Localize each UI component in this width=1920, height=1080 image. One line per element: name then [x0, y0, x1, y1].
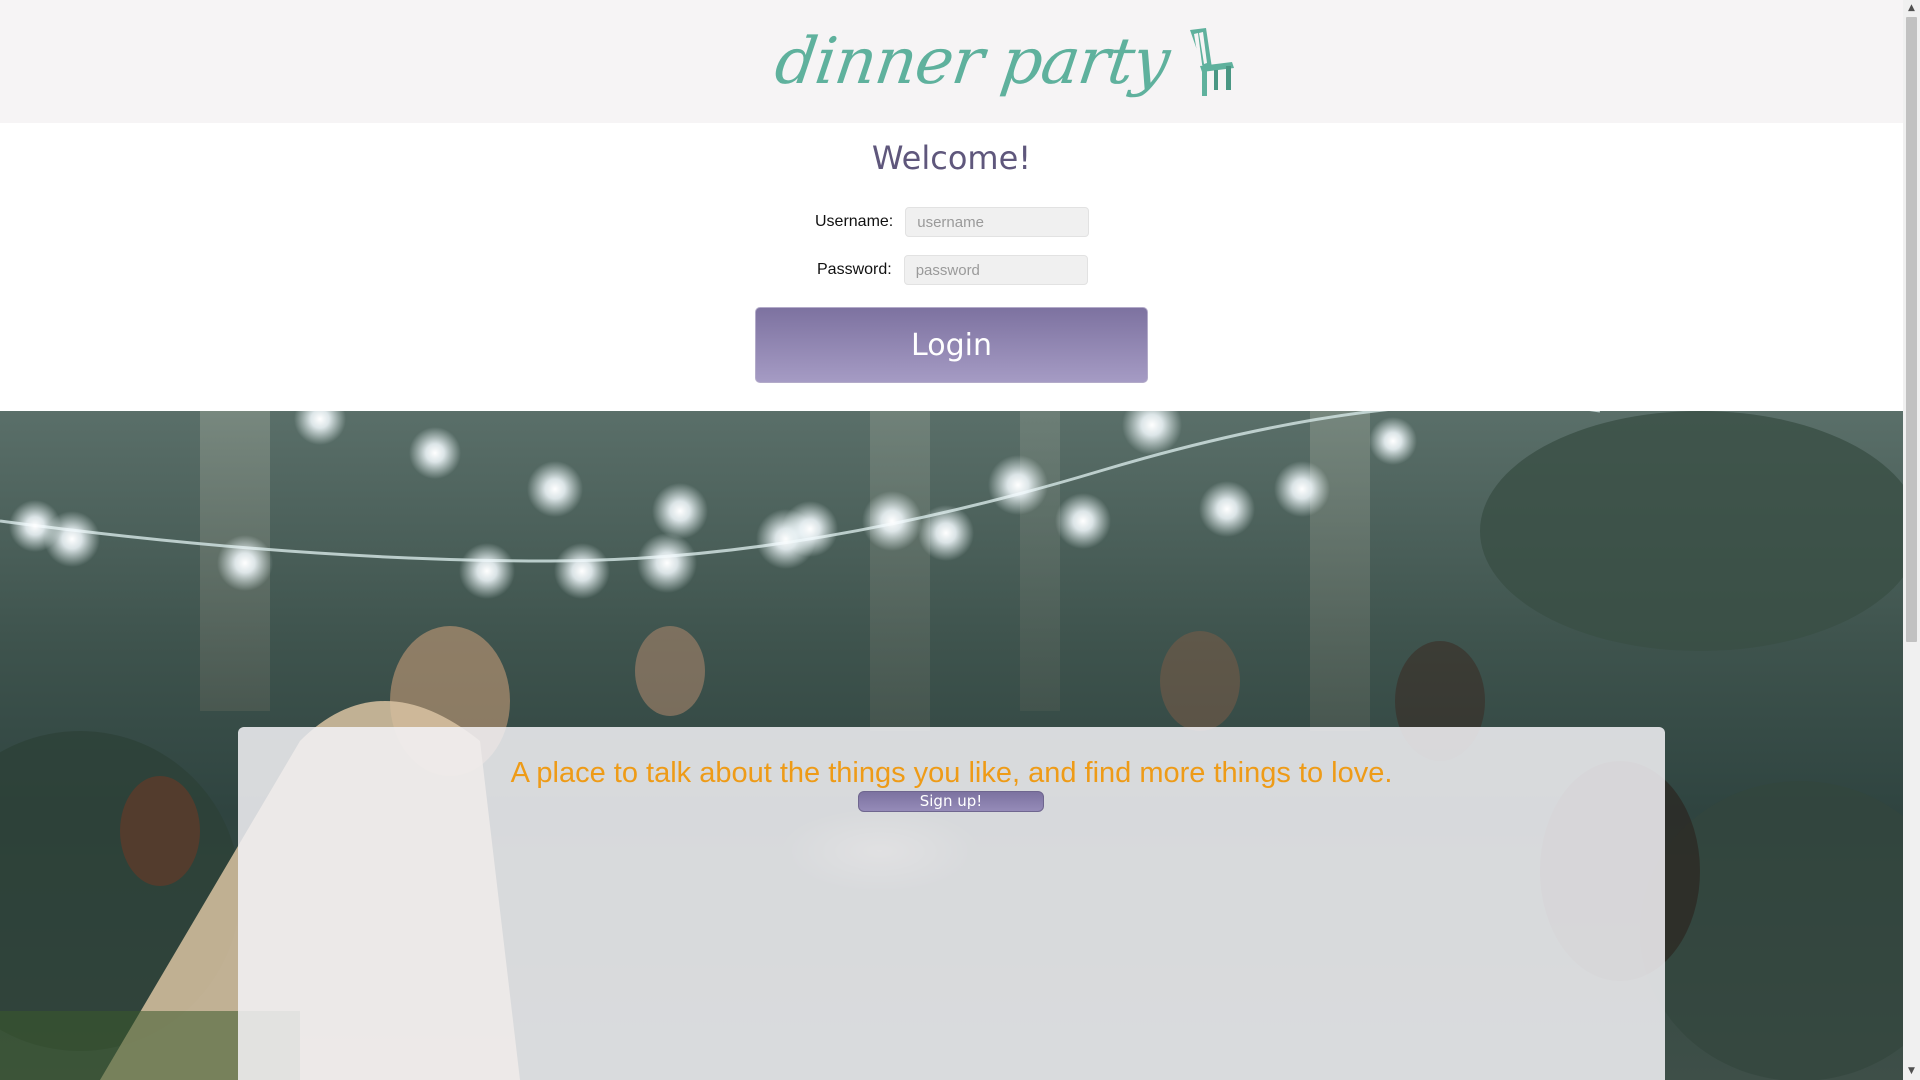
- scroll-thumb[interactable]: [1906, 17, 1917, 642]
- vertical-scrollbar[interactable]: ▲ ▼: [1903, 0, 1920, 1080]
- welcome-heading: Welcome!: [871, 139, 1032, 177]
- login-button[interactable]: Login: [755, 307, 1148, 383]
- logo[interactable]: dinner party: [771, 12, 1238, 112]
- username-row: Username:: [815, 206, 1090, 238]
- signup-button[interactable]: Sign up!: [858, 791, 1044, 812]
- page: dinner party Welcome! Username: Password…: [0, 0, 1903, 1080]
- header: dinner party: [0, 0, 1903, 123]
- scroll-up-arrow-icon[interactable]: ▲: [1903, 0, 1920, 17]
- hero-background: A place to talk about the things you lik…: [0, 411, 1903, 1080]
- password-label: Password:: [817, 261, 892, 278]
- username-label: Username:: [815, 213, 894, 230]
- password-input[interactable]: [903, 255, 1088, 285]
- login-section: Welcome! Username: Password: Login: [0, 123, 1903, 411]
- tagline: A place to talk about the things you lik…: [510, 757, 1393, 789]
- logo-text: dinner party: [770, 25, 1174, 99]
- scroll-down-arrow-icon[interactable]: ▼: [1903, 1063, 1920, 1080]
- password-row: Password:: [817, 254, 1088, 286]
- username-input[interactable]: [905, 207, 1090, 237]
- chair-icon: [1190, 28, 1235, 96]
- tagline-panel: A place to talk about the things you lik…: [238, 727, 1665, 1080]
